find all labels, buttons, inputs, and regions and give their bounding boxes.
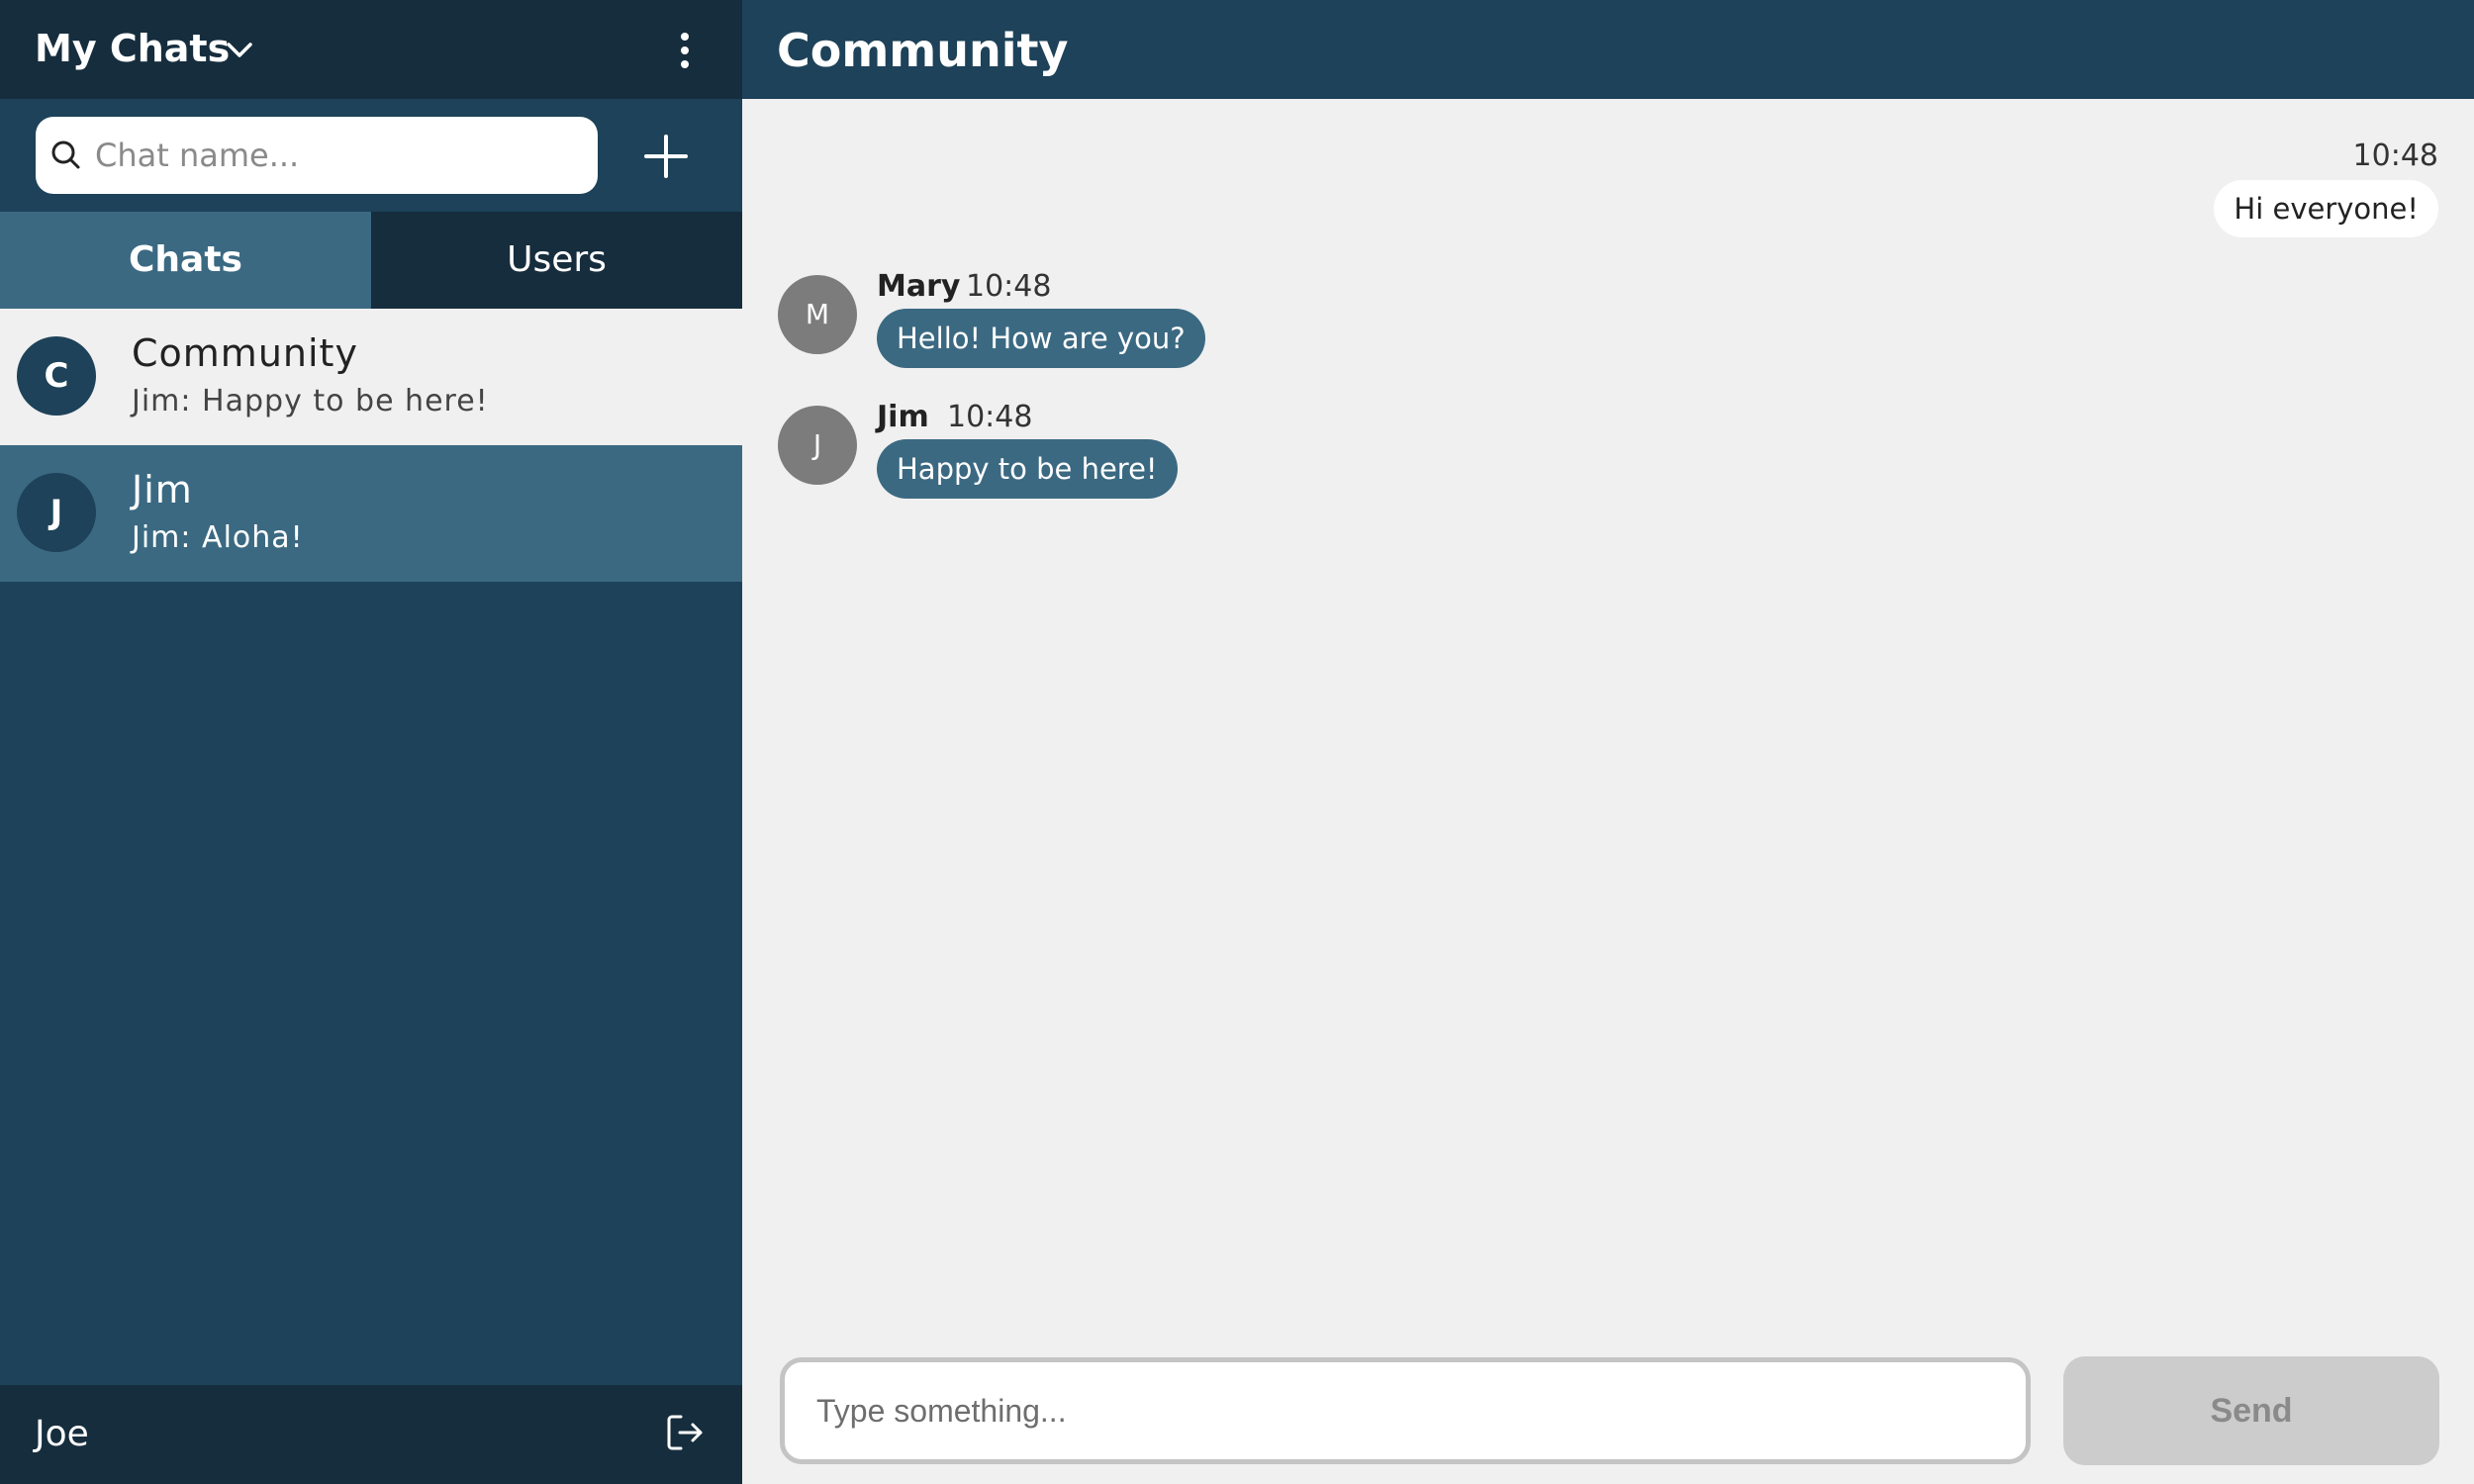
chat-list-item-jim[interactable]: J Jim Jim: Aloha! [0,445,742,582]
chat-list-item-community[interactable]: C Community Jim: Happy to be here! [0,309,742,445]
chevron-down-icon[interactable] [220,33,259,66]
sidebar-header: My Chats [0,0,742,99]
message-bubble: Happy to be here! [877,439,1178,499]
message-bubble: Hello! How are you? [877,309,1205,368]
sidebar-title: My Chats [35,27,231,70]
chat-name: Jim [132,468,193,511]
search-icon [51,140,80,169]
sidebar-footer: Joe [0,1385,742,1484]
own-message-time: 10:48 [2352,139,2438,173]
avatar: M [778,275,857,354]
tab-bar: Chats Users [0,212,742,309]
chat-name: Community [132,331,358,375]
new-chat-button[interactable] [638,129,694,184]
search-input[interactable] [95,129,580,182]
message-sender: Mary [877,269,961,304]
avatar: J [778,406,857,485]
message-sender: Jim [877,400,929,434]
avatar: J [17,473,96,552]
logout-icon[interactable] [663,1411,707,1454]
own-message-bubble: Hi everyone! [2214,180,2438,237]
current-username: Joe [35,1414,89,1454]
message-time: 10:48 [966,269,1052,304]
message-row: J Jim 10:48 Happy to be here! [778,400,1668,509]
send-button[interactable]: Send [2063,1356,2439,1465]
tab-users[interactable]: Users [371,212,742,309]
message-time: 10:48 [947,400,1033,434]
tab-chats[interactable]: Chats [0,212,371,309]
message-row: M Mary 10:48 Hello! How are you? [778,269,1668,378]
kebab-menu-icon[interactable] [665,30,705,71]
chat-title: Community [777,24,1069,77]
avatar: C [17,336,96,416]
sidebar: My Chats Chats Users C Community [0,0,742,1484]
chat-last-message: Jim: Happy to be here! [132,384,489,418]
search-box[interactable] [36,117,598,194]
chat-panel: Community 10:48 Hi everyone! M Mary 10:4… [742,0,2474,1484]
chat-last-message: Jim: Aloha! [132,520,304,555]
chat-header: Community [742,0,2474,99]
search-row [0,99,742,212]
message-input[interactable] [780,1357,2031,1464]
